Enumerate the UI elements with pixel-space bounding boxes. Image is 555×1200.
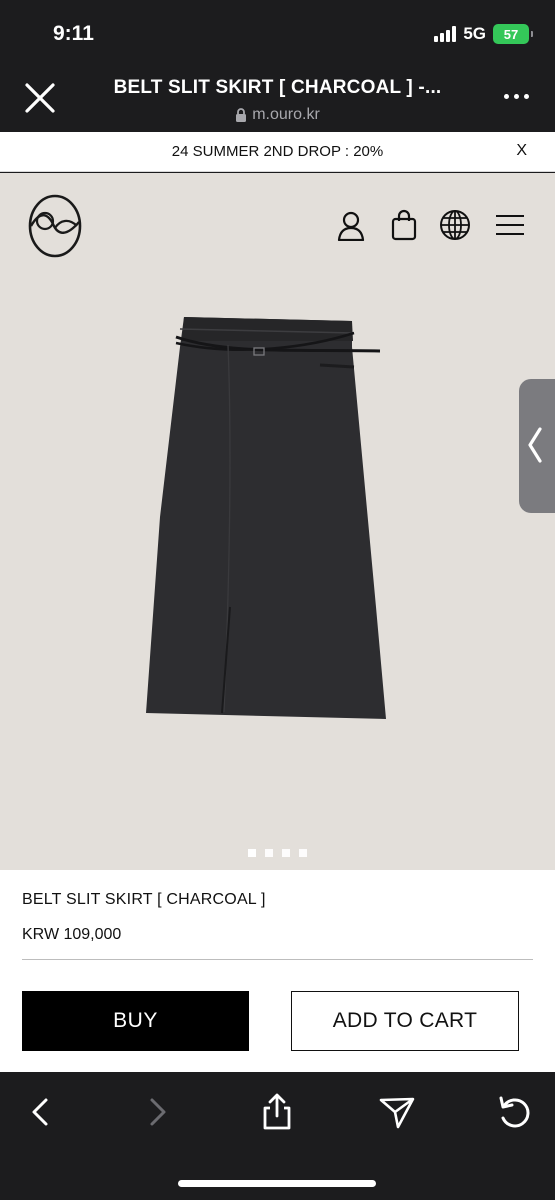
product-name: BELT SLIT SKIRT [ CHARCOAL ] (22, 891, 266, 908)
add-to-cart-button[interactable]: ADD TO CART (291, 991, 519, 1051)
gallery-pagination (0, 849, 555, 857)
menu-icon[interactable] (494, 209, 526, 241)
side-panel-tab[interactable] (519, 379, 555, 513)
battery-icon: 57 (493, 24, 533, 44)
network-type: 5G (463, 24, 486, 43)
battery-level: 57 (503, 26, 519, 42)
chevron-left-icon (528, 427, 542, 463)
reload-icon[interactable] (495, 1092, 535, 1132)
shopping-bag-icon[interactable] (389, 209, 419, 241)
divider (22, 959, 533, 960)
home-indicator (178, 1180, 376, 1187)
user-icon[interactable] (336, 209, 366, 241)
product-price: KRW 109,000 (22, 926, 122, 943)
more-options-icon[interactable] (504, 94, 529, 99)
status-time: 9:11 (53, 22, 94, 45)
url-text: m.ouro.kr (252, 106, 320, 123)
product-info: BELT SLIT SKIRT [ CHARCOAL ] KRW 109,000… (0, 870, 555, 1072)
product-photo (146, 317, 386, 719)
lock-icon (236, 108, 247, 122)
brand-logo[interactable] (27, 190, 83, 258)
share-icon[interactable] (257, 1092, 297, 1132)
promo-banner: 24 SUMMER 2ND DROP : 20% X (0, 132, 555, 172)
back-icon[interactable] (20, 1092, 60, 1132)
promo-close-button[interactable]: X (516, 142, 527, 160)
gallery-dot[interactable] (248, 849, 256, 857)
browser-toolbar (0, 1072, 555, 1200)
close-icon[interactable] (22, 80, 58, 116)
status-indicators: 5G 57 (434, 24, 533, 44)
gallery-dot[interactable] (282, 849, 290, 857)
buy-button[interactable]: BUY (22, 991, 249, 1051)
browser-header: BELT SLIT SKIRT [ CHARCOAL ] -... m.ouro… (0, 64, 555, 132)
status-bar: 9:11 5G 57 (0, 0, 555, 64)
product-image-gallery[interactable] (0, 173, 555, 870)
forward-icon[interactable] (138, 1092, 178, 1132)
gallery-dot[interactable] (265, 849, 273, 857)
globe-icon[interactable] (438, 209, 472, 241)
gallery-dot[interactable] (299, 849, 307, 857)
promo-text: 24 SUMMER 2ND DROP : 20% (171, 143, 384, 160)
page-title: BELT SLIT SKIRT [ CHARCOAL ] -... (113, 77, 442, 98)
page-url[interactable]: m.ouro.kr (90, 106, 465, 124)
send-icon[interactable] (377, 1092, 417, 1132)
signal-icon (434, 26, 457, 42)
